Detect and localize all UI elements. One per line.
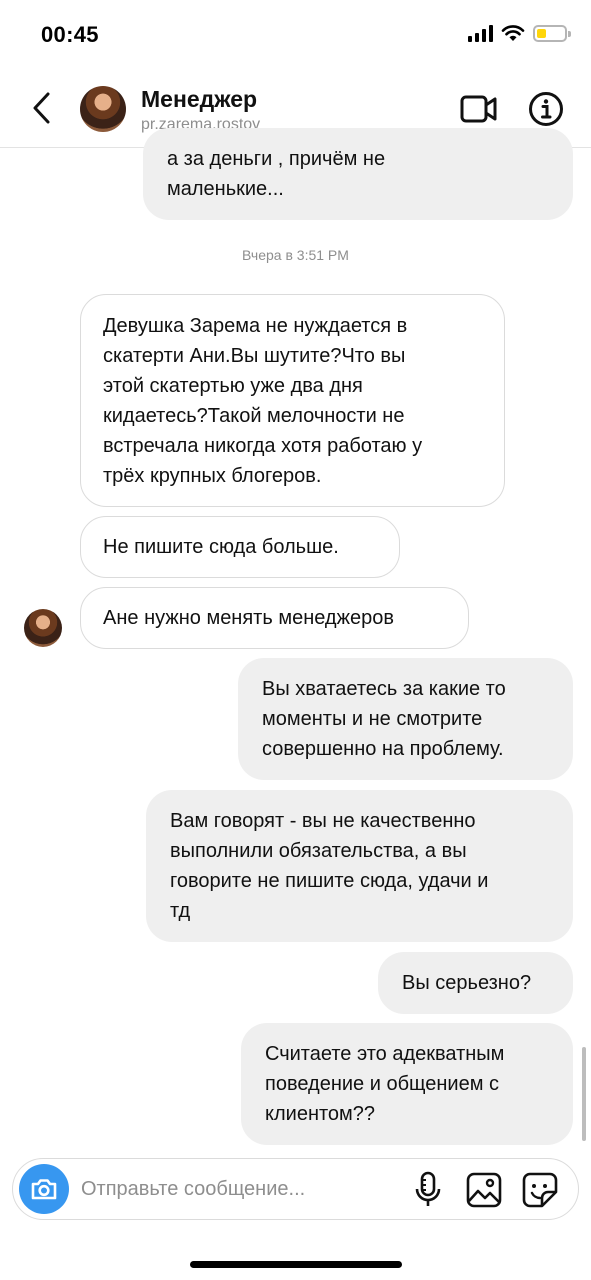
message-bubble-outgoing[interactable]: Вы серьезно?: [378, 952, 573, 1014]
message-line: а за деньги , причём не: [167, 148, 386, 170]
message-bubble-outgoing[interactable]: Вы хватаетесь за какие то моменты и не с…: [238, 658, 573, 780]
message-line: клиентом??: [265, 1103, 376, 1125]
cellular-signal-icon: [468, 24, 493, 42]
message-line: скатерти Ани.Вы шутите?Что вы: [103, 345, 406, 367]
message-line: встречала никогда хотя работаю у: [103, 435, 423, 457]
message-line: Девушка Зарема не нуждается в: [103, 315, 408, 337]
message-input[interactable]: [81, 1173, 401, 1205]
camera-button[interactable]: [19, 1164, 69, 1214]
status-bar: 00:45: [0, 0, 591, 70]
back-button[interactable]: [26, 90, 56, 126]
message-line: выполнили обязательства, а вы: [170, 840, 467, 862]
sticker-button[interactable]: [521, 1171, 559, 1209]
message-bubble-incoming[interactable]: Ане нужно менять менеджеров: [80, 587, 469, 649]
message-line: Вы серьезно?: [402, 972, 532, 994]
message-line: совершенно на проблему.: [262, 738, 504, 760]
home-indicator[interactable]: [190, 1261, 402, 1268]
battery-icon: [533, 24, 571, 42]
message-line: Вам говорят - вы не качественно: [170, 810, 476, 832]
sender-avatar[interactable]: [24, 609, 62, 647]
battery-level: [537, 28, 546, 38]
message-line: Вы хватаетесь за какие то: [262, 678, 506, 700]
microphone-icon: [415, 1171, 441, 1206]
message-line: маленькие...: [167, 178, 284, 200]
wifi-icon: [501, 25, 525, 41]
message-bubble-outgoing[interactable]: Считаете это адекватным поведение и обще…: [241, 1023, 573, 1145]
message-line: этой скатертью уже два дня: [103, 375, 363, 397]
message-bubble-incoming[interactable]: Девушка Зарема не нуждается в скатерти А…: [80, 294, 505, 507]
contact-avatar[interactable]: [80, 86, 126, 132]
message-line: тд: [170, 900, 191, 922]
message-bubble-outgoing[interactable]: а за деньги , причём не маленькие...: [143, 128, 573, 220]
camera-icon: [31, 1179, 57, 1200]
microphone-button[interactable]: [413, 1171, 443, 1209]
gallery-button[interactable]: [465, 1171, 503, 1209]
message-line: поведение и общением с: [265, 1073, 500, 1095]
info-icon: [529, 92, 563, 126]
video-call-icon: [460, 95, 497, 123]
message-line: трёх крупных блогеров.: [103, 465, 322, 487]
scrollbar[interactable]: [582, 1047, 586, 1141]
message-composer: [12, 1158, 579, 1220]
image-gallery-icon: [466, 1172, 502, 1208]
message-line: моменты и не смотрите: [262, 708, 483, 730]
message-line: Ане нужно менять менеджеров: [103, 607, 394, 629]
contact-name[interactable]: Менеджер: [141, 86, 257, 113]
message-timestamp: Вчера в 3:51 PM: [242, 247, 349, 263]
message-bubble-outgoing[interactable]: Вам говорят - вы не качественно выполнил…: [146, 790, 573, 942]
message-bubble-incoming[interactable]: Не пишите сюда больше.: [80, 516, 400, 578]
message-line: Считаете это адекватным: [265, 1043, 505, 1065]
message-line: Не пишите сюда больше.: [103, 536, 339, 558]
video-call-button[interactable]: [459, 92, 499, 126]
sticker-icon: [522, 1172, 558, 1208]
info-button[interactable]: [528, 91, 564, 127]
chevron-left-icon: [33, 92, 50, 124]
status-icons: [468, 24, 571, 42]
message-line: говорите не пишите сюда, удачи и: [170, 870, 489, 892]
message-line: кидаетесь?Такой мелочности не: [103, 405, 405, 427]
status-time: 00:45: [41, 22, 99, 47]
